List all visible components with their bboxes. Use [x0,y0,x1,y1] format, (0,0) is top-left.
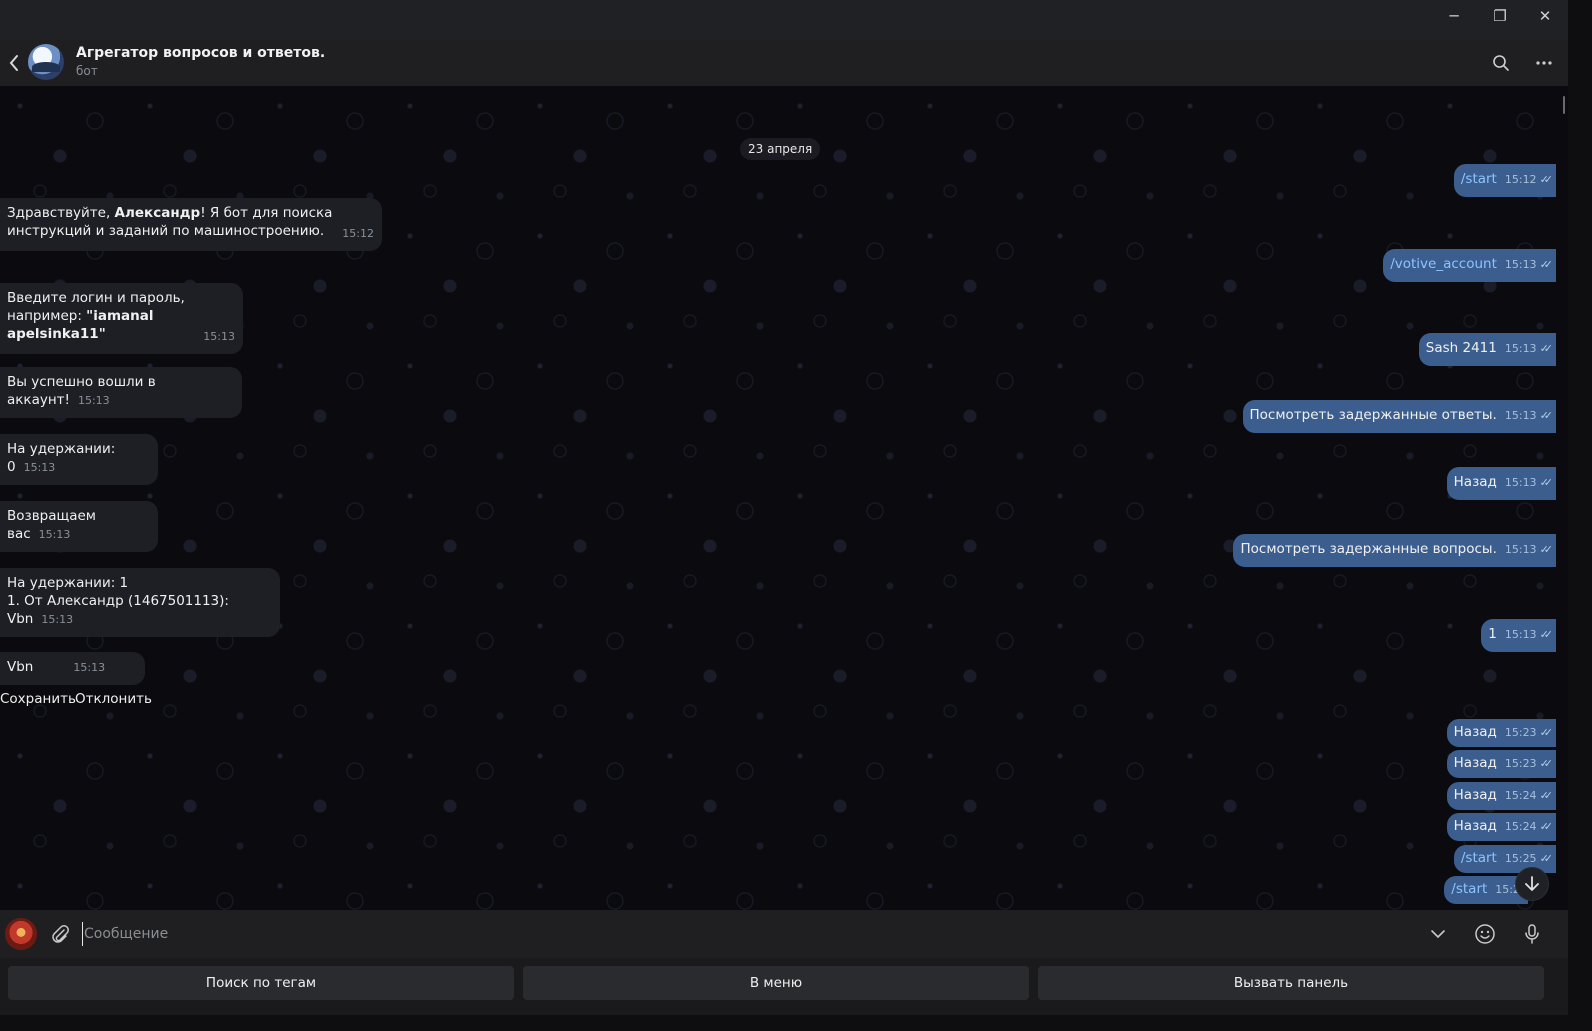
message-time: 15:13 [23,461,56,474]
date-separator: 23 апреля [740,138,821,160]
chat-header: Агрегатор вопросов и ответов. бот [0,40,1568,86]
message-composer [0,910,1568,958]
restore-icon[interactable]: ❐ [1477,0,1523,32]
outgoing-message: Посмотреть задержанные ответы. 15:13 ✓✓ [1242,400,1556,433]
double-check-icon: ✓✓ [1539,628,1554,641]
message-time: 15:13 [73,661,106,674]
message-input[interactable] [82,922,1382,946]
double-check-icon: ✓✓ [1539,820,1554,833]
save-inline-button[interactable]: Сохранить [0,690,76,708]
emoji-icon[interactable] [1473,922,1497,946]
outgoing-message: 1 15:13 ✓✓ [1481,619,1556,652]
reject-inline-button[interactable]: Отклонить [75,690,152,708]
close-icon[interactable]: ✕ [1522,0,1568,32]
outgoing-message: Назад 15:13 ✓✓ [1446,467,1556,500]
message-time: 15:13 [1504,409,1537,422]
more-options-icon[interactable] [1533,52,1555,74]
message-time: 15:13 [38,528,71,541]
command-link[interactable]: /votive_account [1390,256,1497,272]
search-by-tags-button[interactable]: Поиск по тегам [8,966,514,1000]
message-time: 15:12 [342,227,374,240]
scrollbar-thumb[interactable] [1563,96,1565,114]
message-time: 15:13 [1504,258,1537,271]
minimize-icon[interactable]: ─ [1431,0,1477,32]
double-check-icon: ✓✓ [1539,476,1554,489]
chat-title[interactable]: Агрегатор вопросов и ответов. [76,45,325,61]
back-arrow-icon[interactable] [4,50,24,76]
search-icon[interactable] [1490,52,1512,74]
paperclip-icon[interactable] [48,922,72,946]
microphone-icon[interactable] [1520,922,1544,946]
outgoing-message: Назад 15:23 ✓✓ [1446,750,1556,778]
double-check-icon: ✓✓ [1539,543,1554,556]
double-check-icon: ✓✓ [1539,173,1554,186]
message-time: 15:13 [1504,628,1537,641]
incoming-message: На удержании: 0 15:13 [0,434,158,485]
message-time: 15:24 [1504,789,1537,802]
incoming-message: Возвращаем вас 15:13 [0,501,158,552]
message-time: 15:25 [1504,852,1537,865]
double-check-icon: ✓✓ [1539,258,1554,271]
double-check-icon: ✓✓ [1539,789,1554,802]
window-titlebar: ─ ❐ ✕ [0,0,1568,40]
outgoing-message: Назад 15:23 ✓✓ [1446,719,1556,747]
double-check-icon: ✓✓ [1539,726,1554,739]
message-time: 15:23 [1504,726,1537,739]
outgoing-message: Посмотреть задержанные вопросы. 15:13 ✓✓ [1233,534,1556,567]
incoming-message: Здравствуйте, Александр! Я бот для поиск… [0,198,382,251]
scroll-down-button[interactable] [1515,867,1549,901]
chat-history[interactable]: 23 апреля Здравствуйте, Александр! Я бот… [0,86,1568,910]
call-panel-button[interactable]: Вызвать панель [1038,966,1544,1000]
message-time: 15:13 [1504,342,1537,355]
bot-keyboard: Поиск по тегам В меню Вызвать панель [0,958,1568,1015]
incoming-message: Vbn 15:13 [0,652,145,685]
outgoing-message: /start 15:12 ✓✓ [1453,164,1556,197]
to-menu-button[interactable]: В меню [523,966,1029,1000]
outgoing-message: Назад 15:24 ✓✓ [1446,813,1556,841]
double-check-icon: ✓✓ [1539,852,1554,865]
message-time: 15:13 [1504,543,1537,556]
message-time: 15:13 [77,394,110,407]
message-time: 15:13 [1504,476,1537,489]
double-check-icon: ✓✓ [1539,342,1554,355]
incoming-message: На удержании: 1 1. От Александр (1467501… [0,568,280,637]
incoming-message: Введите логин и пароль, например: "iaman… [0,283,243,354]
message-time: 15:23 [1504,757,1537,770]
outgoing-message: /votive_account 15:13 ✓✓ [1383,249,1556,282]
message-time: 15:12 [1504,173,1537,186]
user-avatar[interactable] [5,918,37,950]
double-check-icon: ✓✓ [1539,757,1554,770]
outgoing-message: Sash 2411 15:13 ✓✓ [1418,333,1556,366]
incoming-message: Вы успешно вошли в аккаунт! 15:13 [0,367,242,418]
bot-avatar[interactable] [28,44,64,80]
message-time: 15:13 [203,330,235,343]
outgoing-message: Назад 15:24 ✓✓ [1446,782,1556,810]
command-link[interactable]: /start [1451,881,1487,897]
chevron-down-icon[interactable] [1426,922,1450,946]
command-link[interactable]: /start [1461,171,1497,187]
double-check-icon: ✓✓ [1539,409,1554,422]
message-time: 15:13 [41,613,74,626]
command-link[interactable]: /start [1461,850,1497,866]
chat-subtitle: бот [76,64,98,78]
message-time: 15:24 [1504,820,1537,833]
